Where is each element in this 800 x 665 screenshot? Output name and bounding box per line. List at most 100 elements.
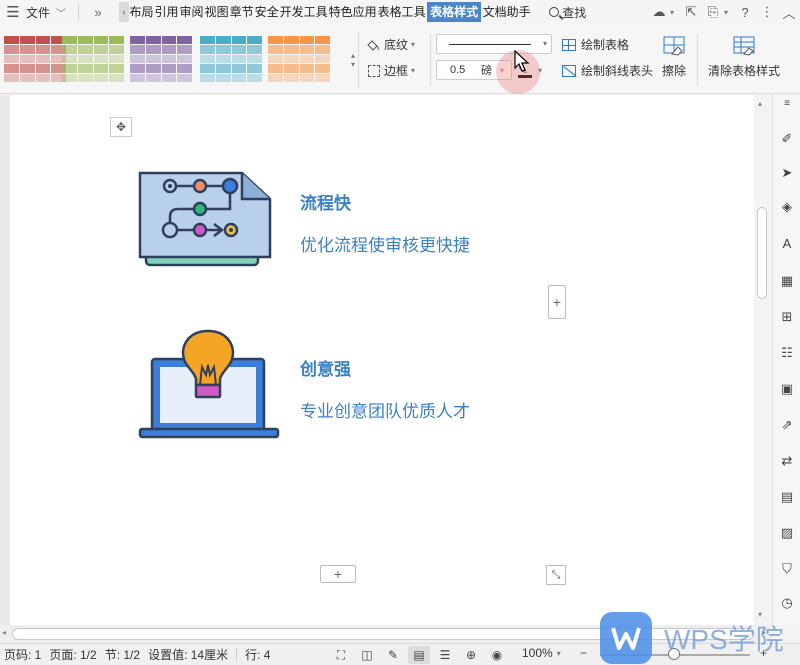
scrollbar-thumb[interactable] (12, 628, 754, 640)
settings-sliders-icon[interactable]: ☷ (779, 345, 795, 361)
tab-layout[interactable]: 布局 (129, 2, 154, 22)
double-chevron-right-icon[interactable]: » (87, 0, 109, 24)
share-out-icon[interactable]: ⇗ (779, 417, 795, 433)
swatch-cell (162, 55, 177, 63)
swatch-cell (62, 64, 77, 72)
line-style-select[interactable]: ▾ (436, 34, 552, 54)
swatch-cell (130, 64, 145, 72)
vertical-scrollbar[interactable]: ▴ ▾ (754, 95, 772, 625)
swatch-cell (4, 45, 19, 53)
table-style-orange[interactable] (268, 36, 330, 82)
swatch-cell (162, 45, 177, 53)
edit-mode-icon[interactable]: ✎ (382, 646, 404, 664)
swatch-cell (200, 74, 215, 82)
fullscreen-icon[interactable]: ⛶ (330, 646, 352, 664)
chevron-down-icon: ▾ (543, 39, 547, 48)
search-button[interactable]: 查找 (547, 0, 588, 24)
scroll-right-icon[interactable]: ▸ (762, 628, 766, 637)
status-page-number[interactable]: 页码: 1 (0, 646, 45, 663)
tab-developer[interactable]: 开发工具 (279, 2, 328, 22)
pen-tool-icon[interactable]: ✐ (779, 131, 795, 147)
outline-view-icon[interactable]: ☰ (434, 646, 456, 664)
border-button[interactable]: 边框 ▾ (368, 62, 415, 79)
table-resize-handle[interactable]: ⤡ (546, 565, 566, 585)
web-view-icon[interactable]: ⊕ (460, 646, 482, 664)
clear-table-style-button[interactable]: 清除表格样式 (708, 36, 780, 79)
scroll-up-icon[interactable]: ▴ (758, 99, 762, 108)
swatch-cell (200, 36, 215, 44)
scroll-left-icon[interactable]: ◂ (2, 628, 6, 637)
hamburger-menu-icon[interactable]: ☰ (0, 0, 26, 24)
shield-icon[interactable]: ⛉ (779, 561, 795, 577)
table-style-green[interactable] (62, 36, 124, 82)
item-description: 优化流程使审核更快捷 (300, 231, 470, 256)
status-section[interactable]: 节: 1/2 (101, 646, 144, 663)
swatch-cell (315, 36, 330, 44)
share-icon[interactable]: ⇱ (680, 1, 702, 23)
scrollbar-thumb[interactable] (757, 207, 767, 299)
tab-view[interactable]: 视图 (204, 2, 229, 22)
more-options-icon[interactable]: ⋮ (756, 1, 778, 23)
tab-table-style[interactable]: 表格样式 (427, 2, 481, 22)
tab-section[interactable]: 章节 (229, 2, 254, 22)
border-icon (368, 65, 380, 77)
table-style-red[interactable] (4, 36, 66, 82)
tab-security[interactable]: 安全 (254, 2, 279, 22)
add-row-button[interactable]: + (320, 565, 356, 583)
tab-doc-assistant[interactable]: 文档助手 (482, 2, 531, 22)
translate-icon[interactable]: ⇄ (779, 453, 795, 469)
app-grid-icon[interactable]: ⊞ (779, 309, 795, 325)
text-style-icon[interactable]: A (779, 235, 795, 251)
help-icon[interactable]: ? (734, 1, 756, 23)
export-icon[interactable]: ⎘ (702, 1, 724, 23)
tab-scroll-left-icon[interactable]: ‹ (119, 2, 129, 22)
table-icon[interactable]: ▦ (779, 273, 795, 289)
add-column-button[interactable]: + (548, 285, 566, 319)
status-row[interactable]: 行: 4 (241, 646, 274, 663)
image-icon[interactable]: ▣ (779, 381, 795, 397)
shading-button[interactable]: 底纹 ▾ (366, 36, 415, 53)
draw-diagonal-header-button[interactable]: 绘制斜线表头 (562, 62, 653, 79)
status-pages[interactable]: 页面: 1/2 (45, 646, 100, 663)
collapse-ribbon-icon[interactable]: ︿ (778, 1, 800, 23)
scroll-down-icon[interactable]: ▾ (758, 610, 762, 619)
zoom-in-icon[interactable]: + (760, 646, 767, 660)
table-style-blue[interactable] (200, 36, 262, 82)
swatch-cell (94, 45, 109, 53)
archive-icon[interactable]: ▤ (779, 489, 795, 505)
search-label: 查找 (562, 4, 586, 21)
document-page[interactable]: ✥ 流程快 优化流程使审核更快捷 + (10, 95, 754, 625)
eraser-button[interactable]: 擦除 (662, 36, 686, 79)
history-icon[interactable]: ◷ (779, 595, 795, 611)
file-menu[interactable]: 文件 ﹀ (26, 0, 70, 24)
eye-protection-icon[interactable]: ◉ (486, 646, 508, 664)
swatch-cell (300, 74, 315, 82)
tab-table-tools[interactable]: 表格工具 (377, 2, 426, 22)
zoom-select[interactable]: 100% ▾ (522, 646, 561, 660)
swatch-cell (216, 45, 231, 53)
page-view-icon[interactable]: ▤ (408, 646, 430, 664)
draw-table-button[interactable]: 绘制表格 (562, 36, 629, 53)
tab-review[interactable]: 审阅 (179, 2, 204, 22)
swatch-cell (300, 64, 315, 72)
table-style-purple[interactable] (130, 36, 192, 82)
table-move-handle[interactable]: ✥ (110, 117, 132, 137)
zoom-slider-thumb[interactable] (668, 648, 680, 660)
swatch-cell (62, 36, 77, 44)
tab-references[interactable]: 引用 (154, 2, 179, 22)
horizontal-scrollbar[interactable]: ◂ ▸ (0, 625, 772, 643)
zoom-out-icon[interactable]: − (580, 646, 587, 660)
status-setting-value[interactable]: 设置值: 14厘米 (144, 646, 232, 663)
gallery-scroll[interactable]: ▴ ▾ (348, 32, 358, 88)
tab-special-apps[interactable]: 特色应用 (328, 2, 377, 22)
eraser-icon (662, 36, 686, 56)
picture-icon[interactable]: ▨ (779, 525, 795, 541)
document-area: ✥ 流程快 优化流程使审核更快捷 + (0, 95, 772, 625)
swatch-cell (247, 74, 262, 82)
reading-mode-icon[interactable]: ◫ (356, 646, 378, 664)
shapes-icon[interactable]: ◈ (779, 199, 795, 215)
cloud-sync-icon[interactable]: ☁ (648, 1, 670, 23)
select-cursor-icon[interactable]: ➤ (779, 165, 795, 181)
swatch-cell (109, 36, 124, 44)
sidebar-collapse-icon[interactable]: ≡ (779, 95, 795, 111)
